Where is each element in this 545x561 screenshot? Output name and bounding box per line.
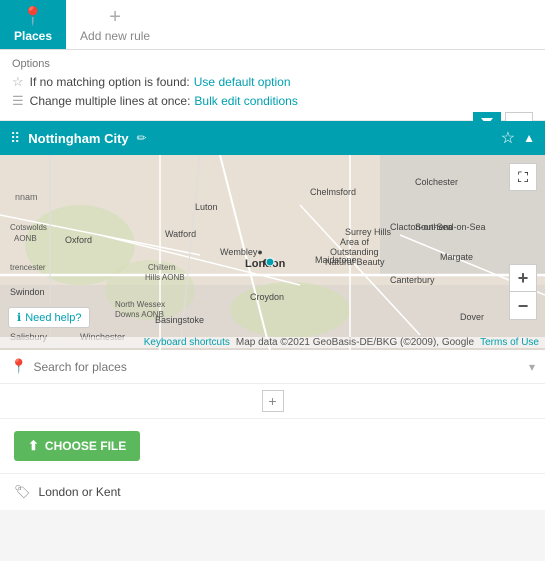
svg-text:Swindon: Swindon — [10, 287, 45, 297]
map-expand-btn[interactable]: ⛶ — [509, 163, 537, 191]
options-row-1: ☆ If no matching option is found: Use de… — [12, 74, 533, 90]
zoom-out-btn[interactable]: − — [509, 292, 537, 320]
svg-text:Hills AONB: Hills AONB — [145, 273, 185, 282]
rule-header: ⠿ Nottingham City ✏ ☆ ▲ — [0, 121, 545, 155]
expand-icon: ⛶ — [518, 169, 528, 186]
help-circle-icon: ℹ — [17, 311, 21, 324]
terms-link[interactable]: Terms of Use — [480, 337, 539, 348]
rule-star-icon[interactable]: ☆ — [501, 128, 515, 148]
svg-text:Chiltern: Chiltern — [148, 263, 176, 272]
svg-text:AONB: AONB — [14, 234, 37, 243]
tab-places[interactable]: 📍 Places — [0, 0, 66, 49]
rule-header-right: ☆ ▲ — [501, 128, 535, 148]
options-row2-text: Change multiple lines at once: — [30, 94, 191, 108]
rule-header-left: ⠿ Nottingham City ✏ — [10, 130, 147, 147]
options-row1-text: If no matching option is found: — [30, 75, 190, 89]
svg-text:Canterbury: Canterbury — [390, 275, 435, 285]
map-zoom-controls: + − — [509, 264, 537, 320]
zoom-in-btn[interactable]: + — [509, 264, 537, 292]
plus-icon: + — [109, 6, 121, 29]
map-footer: Keyboard shortcuts Map data ©2021 GeoBas… — [0, 337, 545, 348]
rule-edit-icon[interactable]: ✏ — [137, 131, 147, 145]
bulk-edit-link[interactable]: Bulk edit conditions — [194, 94, 297, 108]
tab-add-label: Add new rule — [80, 29, 150, 43]
svg-text:Oxford: Oxford — [65, 235, 92, 245]
svg-text:Natural Beauty: Natural Beauty — [325, 257, 385, 267]
upload-icon: ⬆ — [28, 438, 39, 454]
svg-text:Basingstoke: Basingstoke — [155, 315, 204, 325]
choose-file-label: CHOOSE FILE — [45, 439, 126, 453]
svg-text:Dover: Dover — [460, 312, 484, 322]
svg-text:Southend-on-Sea: Southend-on-Sea — [415, 222, 486, 232]
star-icon: ☆ — [12, 74, 24, 90]
svg-text:Chelmsford: Chelmsford — [310, 187, 356, 197]
choose-file-btn[interactable]: ⬆ CHOOSE FILE — [14, 431, 140, 461]
svg-text:Area of: Area of — [340, 237, 370, 247]
svg-text:Margate: Margate — [440, 252, 473, 262]
svg-text:Cotswolds: Cotswolds — [10, 223, 47, 232]
svg-text:Surrey Hills: Surrey Hills — [345, 227, 392, 237]
keyboard-shortcuts-link[interactable]: Keyboard shortcuts — [144, 337, 230, 348]
options-label: Options — [12, 58, 533, 70]
svg-text:Luton: Luton — [195, 202, 218, 212]
dropdown-arrow-icon: ▾ — [529, 360, 535, 374]
search-input[interactable] — [33, 360, 529, 374]
add-row: + — [0, 384, 545, 419]
search-pin-icon: 📍 — [10, 358, 27, 375]
options-section: Options ☆ If no matching option is found… — [0, 50, 545, 121]
add-condition-btn[interactable]: + — [262, 390, 284, 412]
rule-title: Nottingham City — [28, 131, 128, 146]
help-text: Need help? — [25, 312, 81, 324]
search-section: 📍 ▾ — [0, 350, 545, 384]
tag-icon: 🏷 — [14, 484, 31, 500]
svg-text:Colchester: Colchester — [415, 177, 458, 187]
rule-grid-icon: ⠿ — [10, 130, 20, 147]
tag-section: 🏷 London or Kent — [0, 474, 545, 510]
map-help-btn[interactable]: ℹ Need help? — [8, 307, 90, 328]
map-container: nnam Cotswolds AONB Oxford trencester No… — [0, 155, 545, 350]
options-row-2: ☰ Change multiple lines at once: Bulk ed… — [12, 93, 533, 109]
plus-small-icon: + — [268, 393, 276, 409]
default-option-link[interactable]: Use default option — [194, 75, 291, 89]
map-data-text: Map data ©2021 GeoBasis-DE/BKG (©2009), … — [236, 337, 474, 348]
places-icon: 📍 — [22, 6, 44, 27]
main-content: ⠿ Nottingham City ✏ ☆ ▲ — [0, 121, 545, 510]
tab-places-label: Places — [14, 29, 52, 43]
file-section: ⬆ CHOOSE FILE — [0, 419, 545, 474]
svg-text:Croydon: Croydon — [250, 292, 284, 302]
tag-label: London or Kent — [39, 485, 121, 499]
svg-text:North Wessex: North Wessex — [115, 300, 165, 309]
tab-bar: 📍 Places + Add new rule — [0, 0, 545, 50]
tab-add-rule[interactable]: + Add new rule — [66, 0, 164, 49]
svg-text:Outstanding: Outstanding — [330, 247, 379, 257]
svg-text:trencester: trencester — [10, 263, 46, 272]
svg-text:Wembley●: Wembley● — [220, 247, 263, 257]
rule-collapse-icon[interactable]: ▲ — [523, 131, 535, 145]
svg-text:Watford: Watford — [165, 229, 196, 239]
lines-icon: ☰ — [12, 93, 24, 109]
svg-text:nnam: nnam — [15, 192, 38, 202]
